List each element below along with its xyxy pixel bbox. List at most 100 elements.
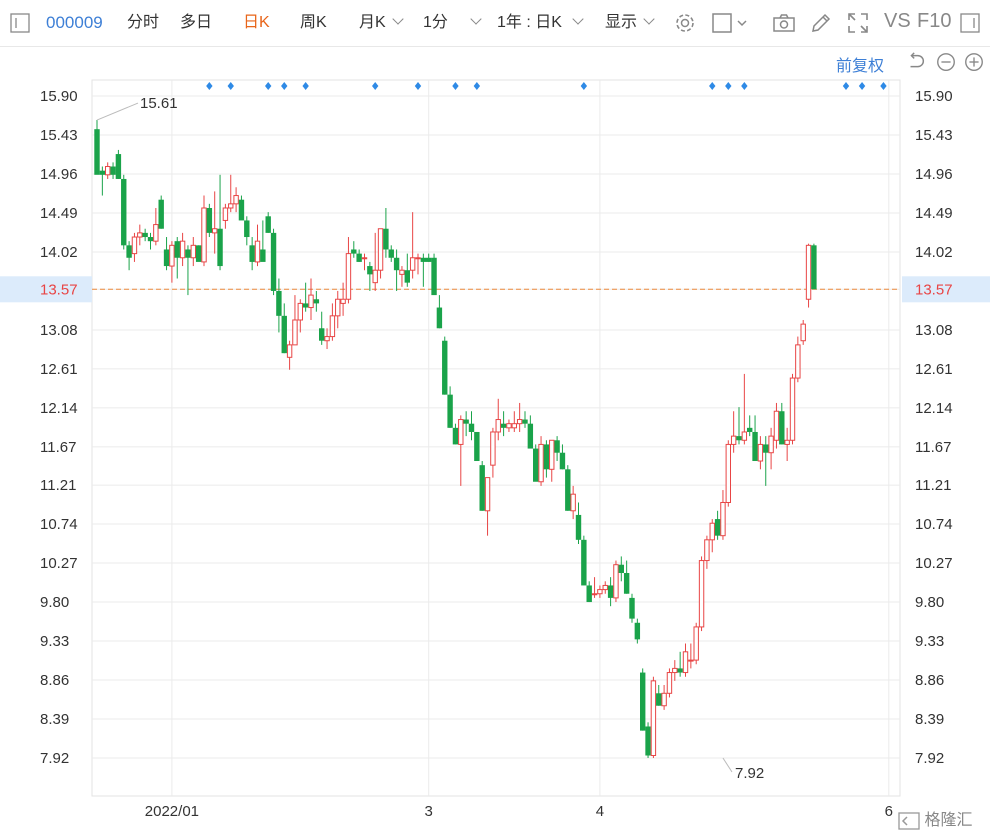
candle-body <box>340 298 346 304</box>
event-marker[interactable] <box>858 82 866 90</box>
event-marker[interactable] <box>265 82 272 90</box>
candle-body <box>533 448 539 482</box>
y-tick-label-left: 8.39 <box>40 711 69 728</box>
y-tick-label-right: 12.61 <box>915 361 953 378</box>
candle-body <box>543 444 550 470</box>
candle-body <box>714 519 721 536</box>
candle-body <box>452 427 459 445</box>
event-marker[interactable] <box>741 82 748 90</box>
candle-body <box>677 668 683 673</box>
candle-body <box>682 651 689 674</box>
candle-body <box>602 584 608 591</box>
y-tick-label-right: 15.90 <box>915 88 953 105</box>
candle-body <box>110 166 116 175</box>
candle-body <box>591 593 598 596</box>
event-marker[interactable] <box>281 82 288 90</box>
candle-body <box>142 232 148 238</box>
candle-body <box>506 423 512 429</box>
event-marker[interactable] <box>414 82 422 90</box>
candle-body <box>666 672 673 694</box>
candle-body <box>244 220 250 238</box>
candle-body <box>698 560 705 628</box>
candle-body <box>270 232 277 291</box>
candle-body <box>388 249 394 258</box>
candle-body <box>345 253 352 300</box>
candle-body <box>190 244 197 259</box>
candle-body <box>158 199 164 229</box>
y-tick-label-left: 10.27 <box>40 555 78 572</box>
candle-body <box>185 249 191 258</box>
candle-body <box>249 245 255 262</box>
candle-body <box>105 166 111 176</box>
candle-body <box>640 672 646 731</box>
event-marker[interactable] <box>709 82 716 90</box>
candle-body <box>629 597 635 619</box>
x-tick-label: 3 <box>425 803 433 820</box>
candle-body <box>147 237 154 242</box>
event-marker[interactable] <box>580 82 588 90</box>
candle-body <box>329 315 336 338</box>
low-annotation-leader <box>722 757 733 773</box>
event-marker[interactable] <box>372 82 379 90</box>
candle-body <box>757 443 764 462</box>
candle-body <box>645 726 651 756</box>
y-tick-label-left: 12.61 <box>40 361 78 378</box>
event-marker[interactable] <box>452 82 459 90</box>
candle-body <box>447 394 453 428</box>
candle-body <box>431 257 437 296</box>
y-tick-label-left: 14.02 <box>40 244 78 261</box>
candle-body <box>736 436 742 441</box>
candle-body <box>212 228 218 234</box>
candle-body <box>500 423 507 428</box>
candle-body <box>420 257 427 262</box>
candle-body <box>442 340 448 395</box>
candle-body <box>479 465 485 511</box>
y-tick-label-left: 12.14 <box>40 400 78 417</box>
y-tick-label-right: 10.27 <box>915 555 953 572</box>
candle-body <box>554 440 560 453</box>
candle-body <box>292 319 298 346</box>
candle-body <box>458 419 464 445</box>
candle-body <box>399 269 405 275</box>
event-marker[interactable] <box>227 82 234 90</box>
event-marker[interactable] <box>725 82 732 90</box>
candle-body <box>206 207 213 233</box>
y-tick-label-right: 11.21 <box>915 477 951 494</box>
candle-body <box>784 439 790 445</box>
candle-body <box>527 423 534 449</box>
event-marker[interactable] <box>842 82 850 90</box>
event-marker[interactable] <box>880 82 887 90</box>
y-tick-label-right: 15.43 <box>915 127 953 144</box>
candle-body <box>607 585 614 598</box>
candle-body <box>586 585 592 603</box>
y-tick-label-left: 13.57 <box>40 281 78 298</box>
candle-body <box>773 410 780 441</box>
candle-body <box>516 419 523 425</box>
candle-body <box>730 435 737 445</box>
candle-body <box>94 129 100 175</box>
candle-body <box>99 170 106 175</box>
candle-body <box>656 693 662 706</box>
candle-body <box>361 257 368 260</box>
candle-body <box>522 419 528 424</box>
candle-body <box>789 377 796 441</box>
candle-body <box>634 622 641 640</box>
y-tick-label-right: 12.14 <box>915 400 953 417</box>
candle-body <box>265 216 271 233</box>
candle-body <box>511 423 517 429</box>
candle-body <box>404 270 410 283</box>
event-marker[interactable] <box>206 82 213 90</box>
candle-body <box>811 245 817 290</box>
candle-body <box>426 257 432 262</box>
y-tick-label-left: 11.21 <box>40 477 76 494</box>
candle-body <box>484 477 491 512</box>
candle-body <box>763 444 769 453</box>
candle-body <box>201 207 207 263</box>
candle-body <box>302 303 309 308</box>
x-tick-label: 4 <box>596 803 604 820</box>
low-annotation: 7.92 <box>735 765 764 782</box>
event-marker[interactable] <box>473 82 481 90</box>
event-marker[interactable] <box>302 82 309 90</box>
candle-body <box>356 253 362 262</box>
candlestick-chart[interactable]: 15.90 15.90 15.43 15.43 14.96 14.96 14.49 14.49… <box>0 0 990 836</box>
